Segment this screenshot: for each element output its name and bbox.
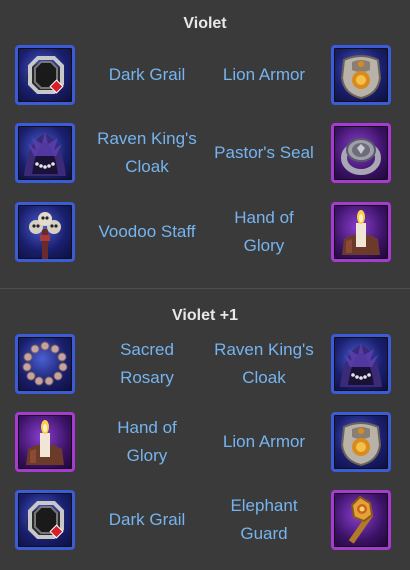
item-name: Lion Armor	[222, 65, 306, 84]
voodoo-staff-icon[interactable]	[15, 202, 75, 262]
hand-of-glory-icon[interactable]	[331, 202, 391, 262]
raven-kings-cloak-icon[interactable]	[331, 334, 391, 394]
item-name: Voodoo Staff	[98, 222, 196, 241]
item-row: Dark Grail Lion Armor	[0, 45, 410, 109]
sacred-rosary-icon[interactable]	[15, 334, 75, 394]
item-row: Sacred Rosary Raven King's Cloak	[0, 334, 410, 398]
lion-armor-icon[interactable]	[331, 412, 391, 472]
raven-kings-cloak-icon[interactable]	[15, 123, 75, 183]
item-name: Pastor's Seal	[214, 143, 314, 162]
item-name: Dark Grail	[108, 510, 186, 529]
item-name: Raven King's Cloak	[97, 129, 197, 176]
item-name: Hand of Glory	[117, 418, 177, 465]
item-name: Elephant Guard	[230, 496, 298, 543]
item-name: Lion Armor	[222, 432, 306, 451]
section-title: Violet	[183, 15, 227, 32]
section-violet-plus-1: Violet +1 Sacred Rosary Raven King's Clo…	[0, 288, 410, 570]
item-row: Dark Grail Elephant Guard	[0, 490, 410, 554]
item-name: Raven King's Cloak	[214, 340, 314, 387]
item-name: Sacred Rosary	[120, 340, 174, 387]
dark-grail-icon[interactable]	[15, 45, 75, 105]
dark-grail-icon[interactable]	[15, 490, 75, 550]
section-violet: Violet Dark Grail Lion Armor Raven King'…	[0, 0, 410, 288]
section-title: Violet +1	[172, 307, 238, 324]
pastors-seal-icon[interactable]	[331, 123, 391, 183]
hand-of-glory-icon[interactable]	[15, 412, 75, 472]
item-name: Hand of Glory	[234, 208, 294, 255]
item-name: Dark Grail	[108, 65, 186, 84]
item-row: Raven King's Cloak Pastor's Seal	[0, 123, 410, 187]
item-row: Hand of Glory Lion Armor	[0, 412, 410, 476]
elephant-guard-icon[interactable]	[331, 490, 391, 550]
lion-armor-icon[interactable]	[331, 45, 391, 105]
item-row: Voodoo Staff Hand of Glory	[0, 202, 410, 266]
